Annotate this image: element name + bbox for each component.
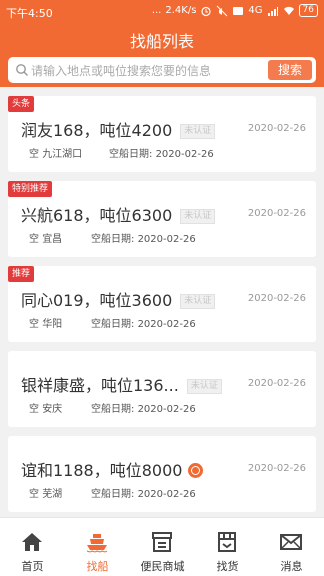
tab-label: 找船 (86, 560, 109, 573)
ship-icon (86, 534, 108, 553)
ship-name-text: 同心019，吨位3600 (21, 291, 173, 310)
ship-name: 银祥康盛，吨位136... 未认证 (21, 372, 222, 396)
status-icons: ... 2.4K/s 4G 76 (152, 4, 318, 17)
ship-date: 2020-02-26 (137, 234, 196, 245)
tab-label: 便民商城 (140, 560, 185, 573)
ship-date-group: 空船日期: 2020-02-26 (109, 145, 214, 160)
ship-location: 安庆 (42, 404, 63, 415)
ship-date-group: 空船日期: 2020-02-26 (91, 400, 196, 415)
page-title: 找船列表 (129, 32, 194, 51)
ship-location: 芜湖 (42, 489, 63, 500)
post-date: 2020-02-26 (247, 208, 306, 219)
mute-icon (217, 5, 228, 16)
ship-card[interactable]: 头条 润友168，吨位4200 未认证 2020-02-26 空 九江湖口 空船日… (8, 96, 316, 172)
ship-status: 空 (29, 149, 39, 160)
signal-icon (267, 6, 278, 16)
ship-location: 华阳 (42, 319, 63, 330)
tab-home[interactable]: 首页 (0, 518, 65, 576)
ship-date-label: 空船日期: (91, 489, 135, 500)
bottom-tab-bar: 首页 找船 便民商城 找货 消息 (0, 517, 324, 576)
ship-date: 2020-02-26 (137, 319, 196, 330)
tab-store[interactable]: 便民商城 (130, 518, 195, 576)
search-icon (16, 64, 28, 76)
ship-info: 空 宜昌 空船日期: 2020-02-26 (29, 230, 196, 245)
ship-name-text: 银祥康盛，吨位136... (21, 376, 179, 395)
ship-location: 宜昌 (42, 234, 63, 245)
card-tag: 推荐 (8, 266, 35, 282)
wifi-icon (283, 6, 294, 15)
ship-date-group: 空船日期: 2020-02-26 (91, 315, 196, 330)
tab-label: 首页 (21, 560, 44, 573)
ship-date: 2020-02-26 (137, 489, 196, 500)
ship-date-group: 空船日期: 2020-02-26 (91, 230, 196, 245)
cert-badge: 未认证 (180, 294, 216, 309)
post-date: 2020-02-26 (247, 293, 306, 304)
ship-name: 兴航618，吨位6300 未认证 (21, 202, 216, 226)
search-bar[interactable]: 请输入地点或吨位搜索您要的信息 搜索 (8, 57, 316, 83)
ship-info: 空 华阳 空船日期: 2020-02-26 (29, 315, 196, 330)
cert-badge: 未认证 (180, 209, 216, 224)
store-icon (152, 532, 172, 552)
tab-messages[interactable]: 消息 (259, 518, 324, 576)
ship-name: 同心019，吨位3600 未认证 (21, 287, 216, 311)
ship-date-group: 空船日期: 2020-02-26 (91, 485, 196, 500)
hd-icon (233, 6, 244, 15)
tab-label: 消息 (280, 560, 303, 573)
ship-info: 空 安庆 空船日期: 2020-02-26 (29, 400, 196, 415)
ship-name-text: 谊和1188，吨位8000 (21, 461, 183, 480)
cert-badge: 未认证 (180, 124, 216, 139)
ship-info: 空 九江湖口 空船日期: 2020-02-26 (29, 145, 214, 160)
ship-status: 空 (29, 319, 39, 330)
cert-badge: 未认证 (186, 379, 222, 394)
ship-name: 谊和1188，吨位8000 (21, 457, 204, 481)
ship-card[interactable]: 推荐 同心019，吨位3600 未认证 2020-02-26 空 华阳 空船日期:… (8, 266, 316, 342)
ship-status: 空 (29, 404, 39, 415)
battery-indicator: 76 (298, 4, 318, 17)
ship-location: 九江湖口 (42, 149, 83, 160)
tab-find-cargo[interactable]: 找货 (195, 518, 260, 576)
mail-icon (280, 534, 302, 550)
ship-card[interactable]: 银祥康盛，吨位136... 未认证 2020-02-26 空 安庆 空船日期: 2… (8, 351, 316, 427)
header-bar: 下午4:50 ... 2.4K/s 4G 76 找船列表 请输入地点或吨位搜索您… (0, 0, 324, 87)
ship-status: 空 (29, 234, 39, 245)
ship-date: 2020-02-26 (137, 404, 196, 415)
ship-date: 2020-02-26 (155, 149, 214, 160)
signal-type: 4G (248, 5, 263, 16)
card-tag: 头条 (8, 96, 35, 112)
ship-info: 空 芜湖 空船日期: 2020-02-26 (29, 485, 196, 500)
ship-date-label: 空船日期: (91, 319, 135, 330)
ship-status: 空 (29, 489, 39, 500)
ship-date-label: 空船日期: (91, 404, 135, 415)
card-tag: 特别推荐 (8, 181, 53, 197)
ship-card[interactable]: 特别推荐 兴航618，吨位6300 未认证 2020-02-26 空 宜昌 空船日… (8, 181, 316, 257)
status-dots: ... (151, 5, 162, 16)
tab-label: 找货 (216, 560, 239, 573)
alarm-icon (201, 6, 212, 16)
ship-name-text: 润友168，吨位4200 (21, 121, 173, 140)
search-button[interactable]: 搜索 (268, 60, 312, 80)
post-date: 2020-02-26 (247, 463, 306, 474)
search-input[interactable]: 请输入地点或吨位搜索您要的信息 (31, 62, 211, 79)
cargo-icon (218, 532, 236, 552)
ship-date-label: 空船日期: (91, 234, 135, 245)
status-bar: 下午4:50 ... 2.4K/s 4G 76 (0, 0, 324, 24)
verified-icon (188, 463, 204, 478)
ship-date-label: 空船日期: (109, 149, 153, 160)
home-icon (22, 533, 42, 551)
ship-name: 润友168，吨位4200 未认证 (21, 117, 216, 141)
status-time: 下午4:50 (6, 7, 53, 20)
post-date: 2020-02-26 (247, 378, 306, 389)
tab-find-ship[interactable]: 找船 (65, 518, 130, 576)
net-speed: 2.4K/s (165, 5, 197, 16)
post-date: 2020-02-26 (247, 123, 306, 134)
ship-card[interactable]: 谊和1188，吨位8000 2020-02-26 空 芜湖 空船日期: 2020… (8, 436, 316, 512)
ship-name-text: 兴航618，吨位6300 (21, 206, 173, 225)
